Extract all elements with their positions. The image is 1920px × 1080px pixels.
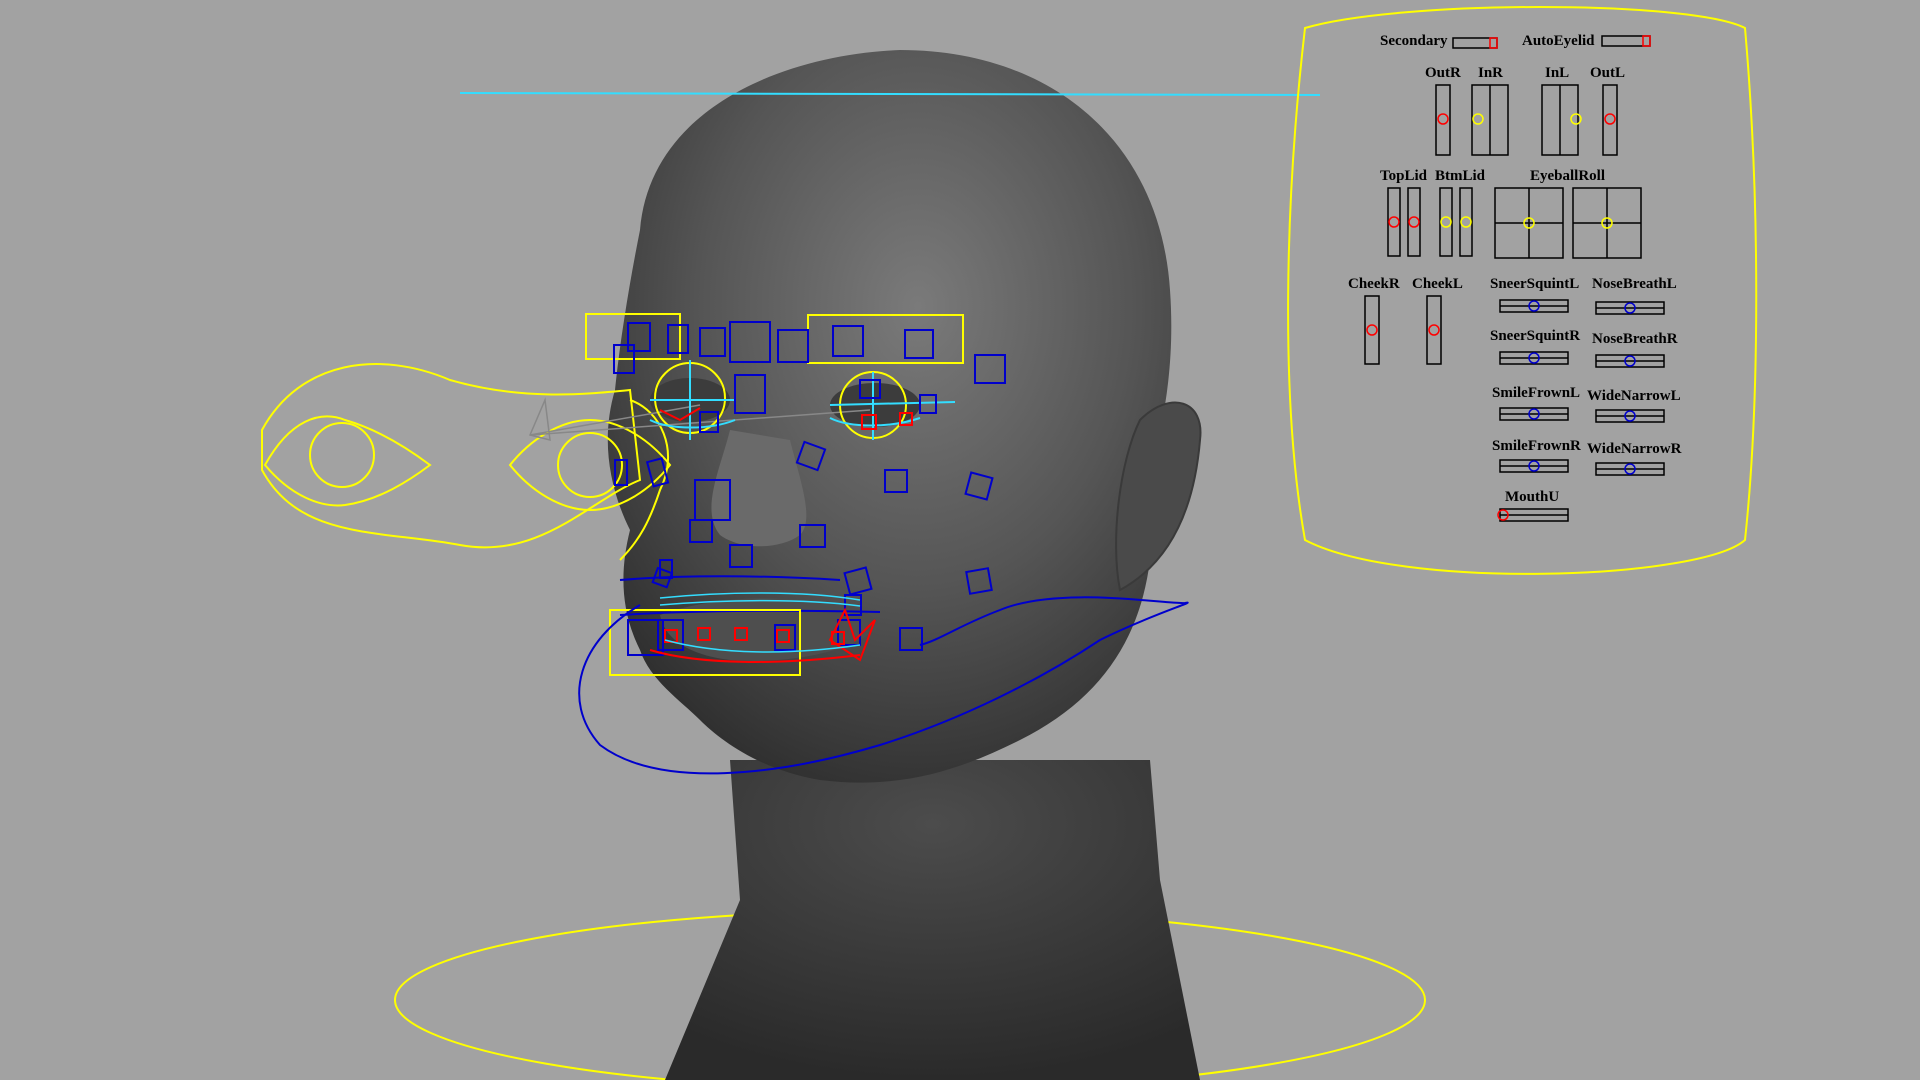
outr-label: OutR [1425,65,1461,81]
facial-control-panel[interactable]: Secondary AutoEyelid OutR InR InL OutL T… [1287,6,1758,575]
btmlid-label: BtmLid [1435,168,1486,184]
outl-label: OutL [1590,65,1625,81]
cheek-slider-handles[interactable] [1366,324,1440,336]
widenarrowr-label: WideNarrowR [1587,441,1682,457]
brow-slider-handles[interactable] [1437,113,1616,125]
inr-label: InR [1478,65,1503,81]
mouthu-label: MouthU [1505,489,1559,505]
smilefrownl-label: SmileFrownL [1492,385,1580,401]
lid-sliders[interactable] [1387,187,1473,257]
secondary-label: Secondary [1380,33,1448,49]
viewport-canvas[interactable]: Secondary AutoEyelid OutR InR InL OutL T… [0,0,1920,1080]
autoeyelid-label: AutoEyelid [1522,33,1595,49]
brow-sliders[interactable] [1435,84,1618,156]
sneersquintl-label: SneerSquintL [1490,276,1579,292]
autoeyelid-slider-handle[interactable] [1642,35,1651,47]
lid-slider-handles[interactable] [1388,216,1472,228]
neck-mesh [665,760,1200,1080]
eye-aim-control[interactable] [261,363,672,561]
nosebreathl-label: NoseBreathL [1592,276,1677,292]
smilefrownr-label: SmileFrownR [1492,438,1581,454]
eyeballroll-label: EyeballRoll [1530,168,1605,184]
eyeball-roll-pads[interactable] [1494,187,1642,259]
maya-viewport[interactable]: Secondary AutoEyelid OutR InR InL OutL T… [0,0,1920,1080]
widenarrowl-label: WideNarrowL [1587,388,1681,404]
secondary-slider-handle[interactable] [1489,37,1498,49]
toplid-label: TopLid [1380,168,1428,184]
cheekr-label: CheekR [1348,276,1400,292]
sneersquintr-label: SneerSquintR [1490,328,1580,344]
inl-label: InL [1545,65,1569,81]
cheekl-label: CheekL [1412,276,1463,292]
head-top-control[interactable] [459,92,1321,96]
nosebreathr-label: NoseBreathR [1592,331,1678,347]
